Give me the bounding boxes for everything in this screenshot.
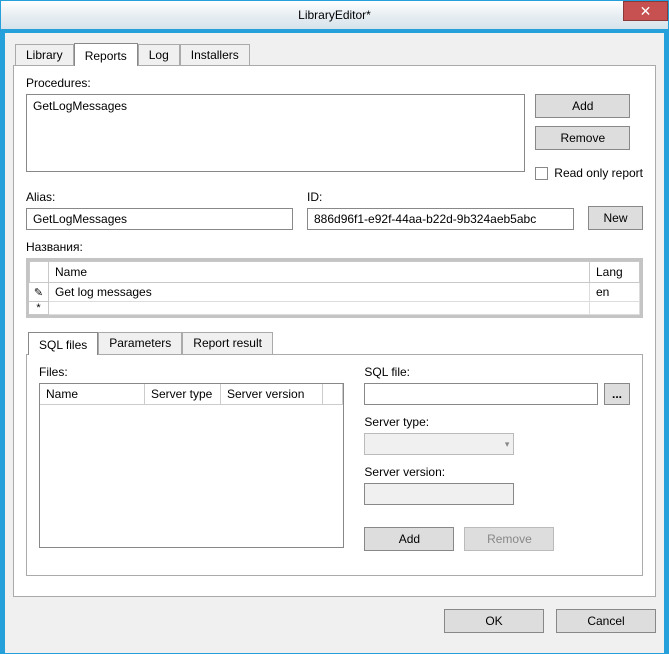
procedures-buttons: Add Remove Read only report	[535, 94, 643, 180]
names-cell-name-new[interactable]	[49, 302, 590, 315]
serverversion-input	[364, 483, 514, 505]
close-button[interactable]: ✕	[623, 1, 668, 21]
browse-button[interactable]: ...	[604, 383, 630, 405]
sqlfiles-row: Files: Name Server type Server version	[39, 365, 630, 551]
inner-tab-sqlfiles[interactable]: SQL files	[28, 332, 98, 355]
tab-installers[interactable]: Installers	[180, 44, 250, 65]
sqlfile-buttons: Add Remove	[364, 527, 630, 551]
names-table-head: Name Lang	[29, 261, 640, 283]
chevron-down-icon: ▾	[505, 439, 510, 450]
names-table[interactable]: Name Lang ✎ Get log messages en *	[26, 258, 643, 318]
tab-library[interactable]: Library	[15, 44, 74, 65]
servertype-label: Server type:	[364, 415, 630, 429]
inner-tabs: SQL files Parameters Report result Files…	[26, 332, 643, 576]
names-col-name[interactable]: Name	[49, 261, 590, 283]
files-table[interactable]: Name Server type Server version	[39, 383, 344, 548]
inner-tab-row: SQL files Parameters Report result	[28, 332, 643, 354]
id-label: ID:	[307, 190, 574, 204]
files-table-head: Name Server type Server version	[40, 384, 343, 405]
names-col-lang[interactable]: Lang	[590, 261, 640, 283]
window: LibraryEditor* ✕ Library Reports Log Ins…	[0, 0, 669, 654]
new-row-marker-icon: *	[29, 302, 49, 315]
sqlfile-input[interactable]	[364, 383, 598, 405]
tab-log[interactable]: Log	[138, 44, 180, 65]
add-procedure-button[interactable]: Add	[535, 94, 630, 118]
window-title: LibraryEditor*	[298, 8, 371, 22]
readonly-label: Read only report	[554, 166, 643, 180]
readonly-checkbox[interactable]	[535, 167, 548, 180]
names-rowhdr-blank	[29, 261, 49, 283]
names-section: Названия: Name Lang ✎ Get log messages e…	[26, 240, 643, 318]
files-section: Files: Name Server type Server version	[39, 365, 344, 551]
procedures-label: Procedures:	[26, 76, 643, 90]
files-col-blank	[323, 384, 343, 405]
new-button[interactable]: New	[588, 206, 643, 230]
edit-marker-icon: ✎	[29, 283, 49, 302]
main-tabs: Library Reports Log Installers Procedure…	[13, 43, 656, 597]
id-group: ID:	[307, 190, 574, 230]
alias-id-row: Alias: ID: New	[26, 190, 643, 230]
procedures-item[interactable]: GetLogMessages	[33, 99, 518, 113]
cancel-button[interactable]: Cancel	[556, 609, 656, 633]
files-col-serverversion[interactable]: Server version	[221, 384, 323, 405]
names-cell-lang[interactable]: en	[590, 283, 640, 302]
names-label: Названия:	[26, 240, 643, 254]
serverversion-label: Server version:	[364, 465, 630, 479]
names-cell-name[interactable]: Get log messages	[49, 283, 590, 302]
remove-procedure-button[interactable]: Remove	[535, 126, 630, 150]
titlebar: LibraryEditor* ✕	[1, 1, 668, 29]
inner-tab-reportresult[interactable]: Report result	[182, 332, 273, 354]
tab-row: Library Reports Log Installers	[15, 43, 656, 65]
sqlfile-section: SQL file: ... Server type: ▾ Server vers…	[364, 365, 630, 551]
alias-group: Alias:	[26, 190, 293, 230]
names-row-new[interactable]: *	[29, 302, 640, 315]
add-sqlfile-button[interactable]: Add	[364, 527, 454, 551]
remove-sqlfile-button: Remove	[464, 527, 554, 551]
inner-panel-sqlfiles: Files: Name Server type Server version	[26, 354, 643, 576]
close-icon: ✕	[640, 3, 652, 20]
servertype-combo[interactable]: ▾	[364, 433, 514, 455]
files-col-servertype[interactable]: Server type	[145, 384, 221, 405]
readonly-row: Read only report	[535, 166, 643, 180]
tab-panel-reports: Procedures: GetLogMessages Add Remove Re…	[13, 65, 656, 597]
dialog-buttons: OK Cancel	[13, 609, 656, 633]
files-col-name[interactable]: Name	[40, 384, 145, 405]
ok-button[interactable]: OK	[444, 609, 544, 633]
inner-tab-parameters[interactable]: Parameters	[98, 332, 182, 354]
names-cell-lang-new[interactable]	[590, 302, 640, 315]
sqlfile-label: SQL file:	[364, 365, 630, 379]
files-label: Files:	[39, 365, 344, 379]
tab-reports[interactable]: Reports	[74, 43, 138, 66]
names-row-0[interactable]: ✎ Get log messages en	[29, 283, 640, 302]
id-input[interactable]	[307, 208, 574, 230]
alias-label: Alias:	[26, 190, 293, 204]
procedures-list[interactable]: GetLogMessages	[26, 94, 525, 172]
client-area: Library Reports Log Installers Procedure…	[5, 33, 664, 653]
alias-input[interactable]	[26, 208, 293, 230]
new-group: New	[588, 190, 643, 230]
sqlfile-input-row: ...	[364, 383, 630, 405]
procedures-row: GetLogMessages Add Remove Read only repo…	[26, 94, 643, 180]
